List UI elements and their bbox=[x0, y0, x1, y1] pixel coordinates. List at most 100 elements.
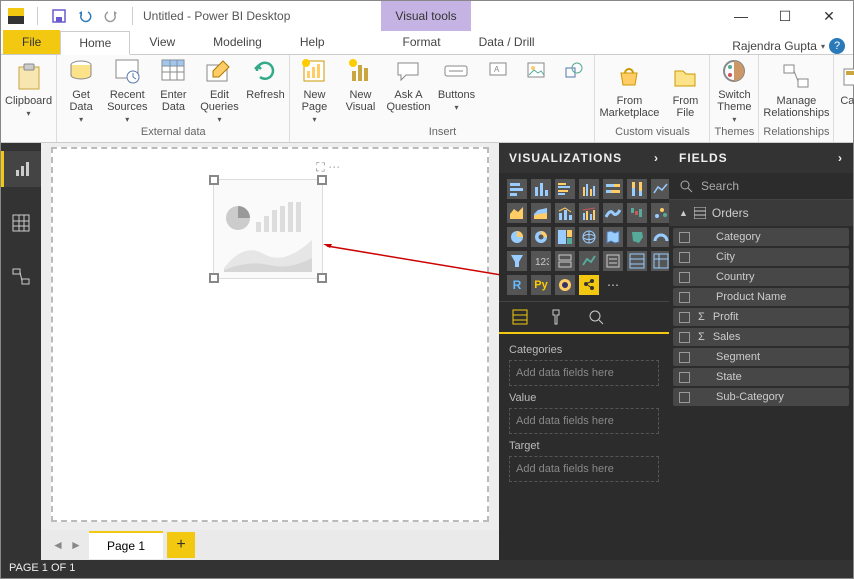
model-view-button[interactable] bbox=[1, 259, 41, 295]
tab-file[interactable]: File bbox=[3, 30, 60, 54]
new-page-button[interactable]: New Page▾ bbox=[294, 55, 334, 124]
field-sub-category[interactable]: Sub-Category bbox=[673, 388, 849, 406]
calculations-button[interactable]: Ca... bbox=[838, 61, 854, 107]
viz-filled-map[interactable] bbox=[603, 227, 623, 247]
viz-slicer[interactable] bbox=[603, 251, 623, 271]
field-category[interactable]: Category bbox=[673, 228, 849, 246]
well-categories-drop[interactable]: Add data fields here bbox=[509, 360, 659, 386]
well-target-drop[interactable]: Add data fields here bbox=[509, 456, 659, 482]
well-categories-label: Categories bbox=[509, 344, 659, 356]
field-product-name[interactable]: Product Name bbox=[673, 288, 849, 306]
page-prev-button[interactable]: ◄ bbox=[49, 538, 67, 552]
field-sales[interactable]: ΣSales bbox=[673, 328, 849, 346]
chevron-right-icon: › bbox=[654, 151, 659, 165]
clipboard-button[interactable]: Clipboard▾ bbox=[5, 61, 52, 119]
edit-queries-button[interactable]: Edit Queries▾ bbox=[199, 55, 239, 124]
field-segment[interactable]: Segment bbox=[673, 348, 849, 366]
viz-clustered-bar[interactable] bbox=[555, 179, 575, 199]
image-button[interactable] bbox=[520, 55, 552, 87]
shapes-button[interactable] bbox=[558, 55, 590, 87]
manage-relationships-button[interactable]: Manage Relationships bbox=[763, 61, 829, 119]
fields-search[interactable]: Search bbox=[669, 173, 853, 200]
viz-line[interactable] bbox=[651, 179, 671, 199]
visualizations-panel: VISUALIZATIONS› 123 bbox=[499, 143, 669, 560]
viz-arcgis[interactable] bbox=[555, 275, 575, 295]
viz-stacked-bar[interactable] bbox=[507, 179, 527, 199]
table-orders-header[interactable]: ▲ Orders bbox=[669, 200, 853, 226]
switch-theme-button[interactable]: Switch Theme▾ bbox=[714, 55, 754, 124]
viz-area[interactable] bbox=[507, 203, 527, 223]
format-tab-icon[interactable] bbox=[549, 308, 567, 326]
viz-clustered-column[interactable] bbox=[579, 179, 599, 199]
viz-matrix[interactable] bbox=[651, 251, 671, 271]
viz-line-clustered-column[interactable] bbox=[579, 203, 599, 223]
viz-table[interactable] bbox=[627, 251, 647, 271]
analytics-tab-icon[interactable] bbox=[587, 308, 605, 326]
redo-icon[interactable] bbox=[102, 7, 120, 25]
maximize-button[interactable]: ☐ bbox=[775, 8, 795, 25]
field-state[interactable]: State bbox=[673, 368, 849, 386]
viz-100-bar[interactable] bbox=[603, 179, 623, 199]
new-visual-button[interactable]: New Visual bbox=[340, 55, 380, 113]
page-tabs: ◄ ► Page 1 + bbox=[41, 530, 499, 560]
buttons-button[interactable]: Buttons▾ bbox=[436, 55, 476, 112]
report-view-button[interactable] bbox=[1, 151, 41, 187]
viz-pie[interactable] bbox=[507, 227, 527, 247]
viz-card[interactable]: 123 bbox=[531, 251, 551, 271]
group-custom-visuals: Custom visuals bbox=[599, 124, 705, 140]
viz-stacked-column[interactable] bbox=[531, 179, 551, 199]
fields-tab-icon[interactable] bbox=[511, 308, 529, 326]
viz-funnel[interactable] bbox=[507, 251, 527, 271]
viz-shape-map[interactable] bbox=[627, 227, 647, 247]
viz-more-icon[interactable]: ⋯ bbox=[603, 275, 623, 295]
enter-data-button[interactable]: Enter Data bbox=[153, 55, 193, 113]
visualizations-header[interactable]: VISUALIZATIONS› bbox=[499, 143, 669, 173]
page-tab-1[interactable]: Page 1 bbox=[89, 531, 163, 559]
textbox-button[interactable]: A bbox=[482, 55, 514, 87]
viz-waterfall[interactable] bbox=[627, 203, 647, 223]
viz-python[interactable]: Py bbox=[531, 275, 551, 295]
placeholder-chart-icon bbox=[214, 180, 324, 280]
refresh-button[interactable]: Refresh bbox=[245, 55, 285, 101]
report-canvas[interactable]: ⛶ ⋯ bbox=[51, 147, 489, 522]
viz-stacked-area[interactable] bbox=[531, 203, 551, 223]
minimize-button[interactable]: — bbox=[731, 8, 751, 25]
viz-donut[interactable] bbox=[531, 227, 551, 247]
viz-100-column[interactable] bbox=[627, 179, 647, 199]
viz-r[interactable]: R bbox=[507, 275, 527, 295]
window-title: Untitled - Power BI Desktop bbox=[143, 9, 290, 23]
recent-sources-button[interactable]: Recent Sources▾ bbox=[107, 55, 147, 124]
viz-ribbon[interactable] bbox=[603, 203, 623, 223]
table-icon bbox=[694, 207, 706, 219]
field-profit[interactable]: ΣProfit bbox=[673, 308, 849, 326]
help-icon[interactable]: ? bbox=[829, 38, 845, 54]
get-data-button[interactable]: Get Data▾ bbox=[61, 55, 101, 124]
close-button[interactable]: ✕ bbox=[819, 8, 839, 25]
viz-line-stacked-column[interactable] bbox=[555, 203, 575, 223]
contextual-tab-visual-tools: Visual tools bbox=[381, 1, 471, 31]
viz-gauge[interactable] bbox=[651, 227, 671, 247]
field-country[interactable]: Country bbox=[673, 268, 849, 286]
page-next-button[interactable]: ► bbox=[67, 538, 85, 552]
ask-question-button[interactable]: Ask A Question bbox=[386, 55, 430, 113]
add-page-button[interactable]: + bbox=[167, 532, 195, 558]
fields-header[interactable]: FIELDS› bbox=[669, 143, 853, 173]
viz-multi-card[interactable] bbox=[555, 251, 575, 271]
from-marketplace-button[interactable]: From Marketplace bbox=[599, 61, 659, 119]
viz-custom-selected[interactable] bbox=[579, 275, 599, 295]
viz-map[interactable] bbox=[579, 227, 599, 247]
visual-options-icon[interactable]: ⛶ ⋯ bbox=[316, 160, 340, 175]
viz-kpi[interactable] bbox=[579, 251, 599, 271]
arrow-annotation bbox=[323, 244, 499, 284]
undo-icon[interactable] bbox=[76, 7, 94, 25]
data-view-button[interactable] bbox=[1, 205, 41, 241]
viz-scatter[interactable] bbox=[651, 203, 671, 223]
well-value-drop[interactable]: Add data fields here bbox=[509, 408, 659, 434]
viz-treemap[interactable] bbox=[555, 227, 575, 247]
quick-access-toolbar bbox=[7, 7, 137, 25]
from-file-button[interactable]: From File bbox=[665, 61, 705, 119]
visual-placeholder[interactable]: ⛶ ⋯ bbox=[213, 179, 323, 279]
field-city[interactable]: City bbox=[673, 248, 849, 266]
sigma-icon: Σ bbox=[698, 311, 705, 323]
save-icon[interactable] bbox=[50, 7, 68, 25]
